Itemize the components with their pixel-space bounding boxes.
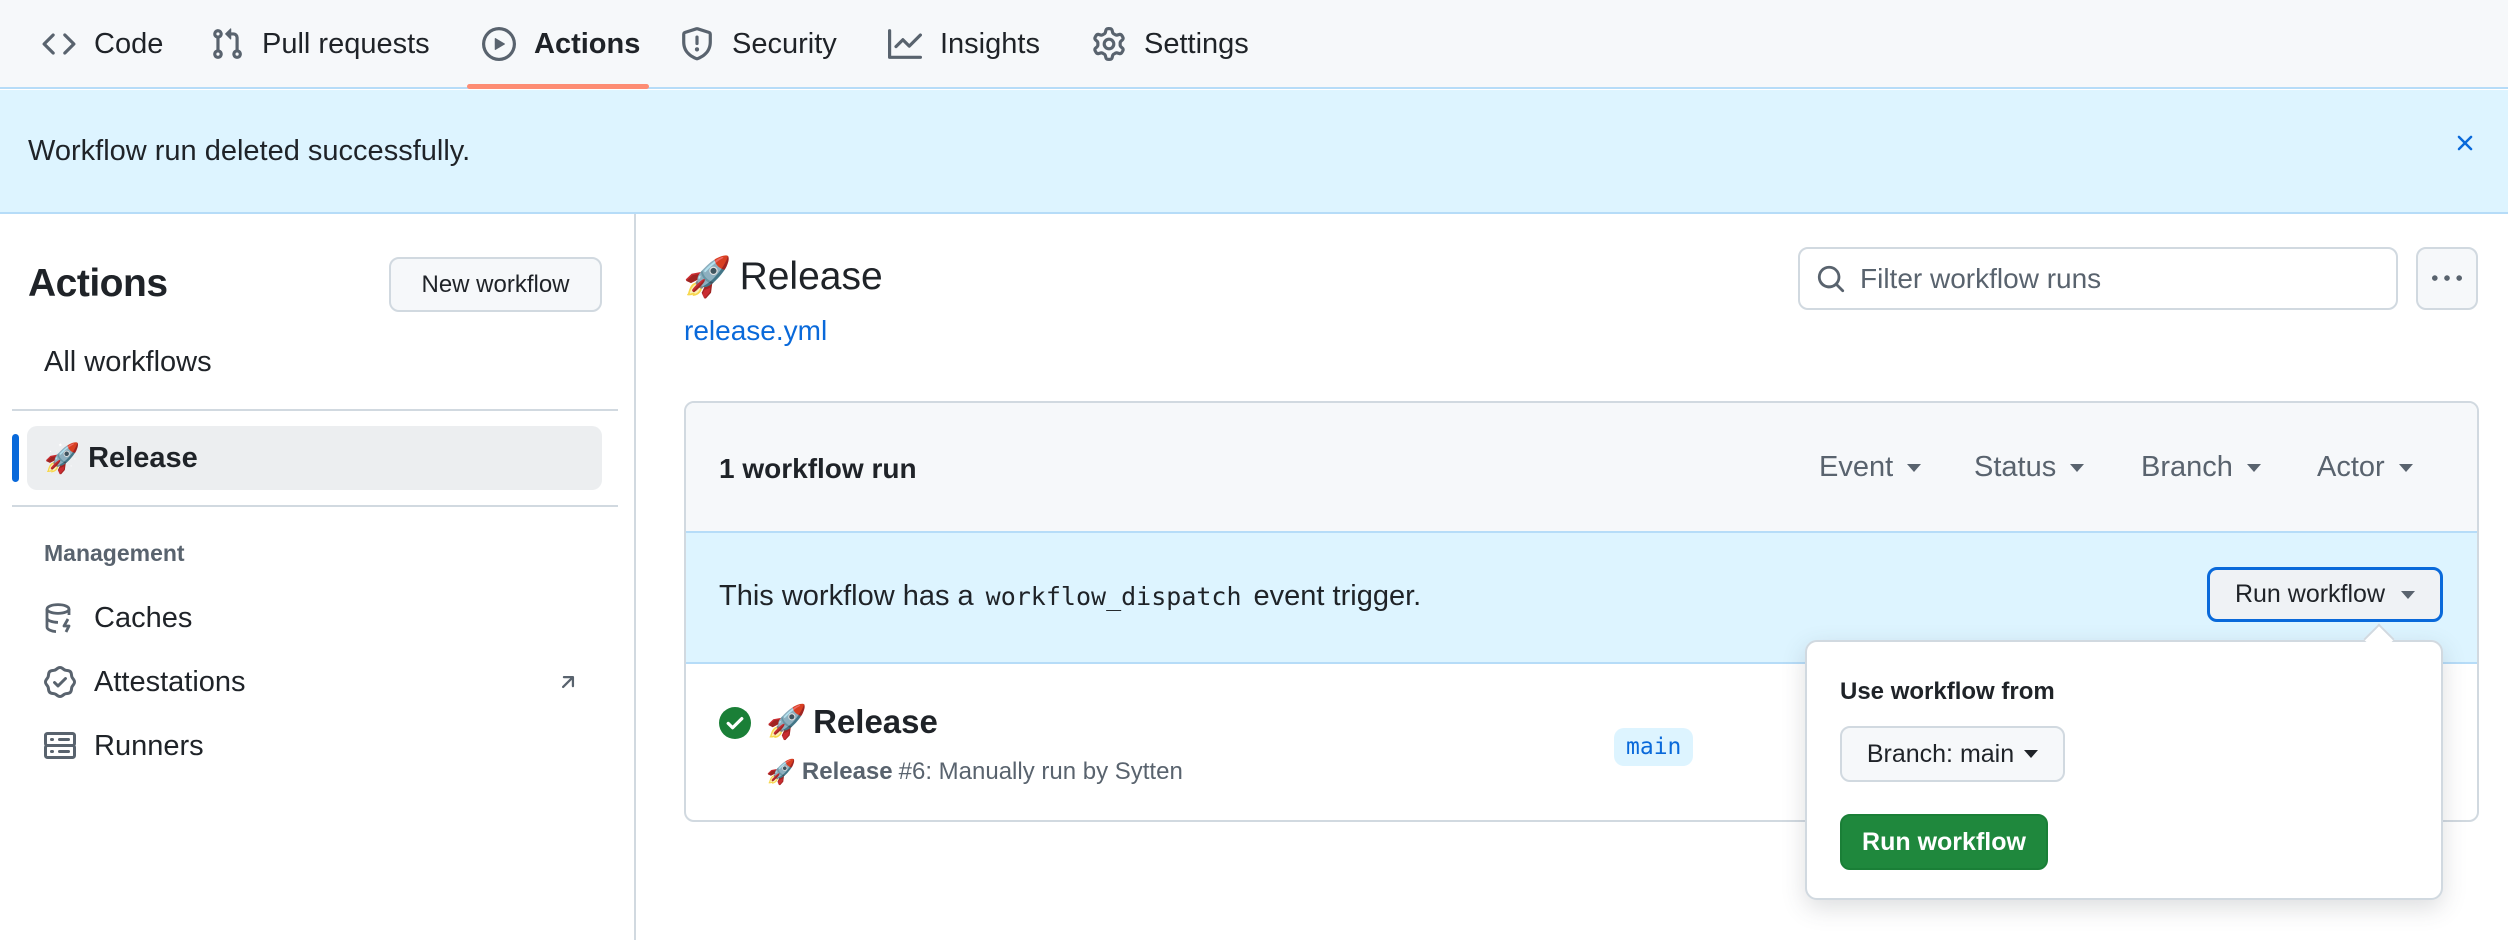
tab-label: Pull requests xyxy=(262,27,430,60)
tab-security[interactable]: Security xyxy=(680,0,837,88)
active-tab-indicator xyxy=(467,84,649,89)
caret-down-icon xyxy=(2246,463,2261,472)
event-filter[interactable]: Event xyxy=(1819,451,1922,484)
database-icon xyxy=(45,603,71,633)
rocket-emoji: 🚀 xyxy=(44,441,81,475)
caret-down-icon xyxy=(2024,750,2039,758)
tab-label: Insights xyxy=(940,27,1040,60)
tab-settings[interactable]: Settings xyxy=(1092,0,1249,88)
run-count: 1 workflow run xyxy=(719,453,917,484)
tab-label: Settings xyxy=(1144,27,1249,60)
caret-down-icon xyxy=(1907,463,1922,472)
sidebar-item-attestations[interactable]: Attestations xyxy=(44,657,594,707)
filter-runs-field[interactable] xyxy=(1798,247,2398,310)
verified-icon xyxy=(44,666,76,698)
run-workflow-submit-button[interactable]: Run workflow xyxy=(1840,814,2048,870)
caret-down-icon xyxy=(2070,463,2085,472)
flash-banner: Workflow run deleted successfully. xyxy=(0,90,2508,214)
rocket-emoji: 🚀 xyxy=(766,702,808,741)
tab-label: Code xyxy=(94,27,164,60)
gear-icon xyxy=(1093,27,1125,61)
tab-label: Actions xyxy=(534,27,641,60)
sidebar-title: Actions xyxy=(28,262,168,305)
branch-select-button[interactable]: Branch: main xyxy=(1840,726,2065,782)
arrow-up-right-icon xyxy=(561,676,575,689)
caret-down-icon xyxy=(2401,590,2416,599)
run-workflow-dropdown-button[interactable]: Run workflow xyxy=(2207,567,2443,622)
branch-filter[interactable]: Branch xyxy=(2141,451,2261,484)
close-icon[interactable] xyxy=(2452,130,2478,156)
caret-down-icon xyxy=(2398,463,2413,472)
repo-nav: Code Pull requests Actions Security Insi… xyxy=(0,0,2508,89)
rocket-emoji: 🚀 xyxy=(683,255,732,300)
sidebar-item-release-label: 🚀 Release xyxy=(44,441,198,475)
workflow-file-link[interactable]: release.yml xyxy=(684,315,827,347)
check-circle-fill-icon xyxy=(719,707,751,739)
tab-insights[interactable]: Insights xyxy=(888,0,1040,88)
tab-label: Security xyxy=(732,27,837,60)
more-options-button[interactable] xyxy=(2416,247,2478,310)
sidebar-item-caches[interactable]: Caches xyxy=(44,593,594,643)
management-heading: Management xyxy=(44,540,185,566)
code-icon xyxy=(42,33,76,55)
divider xyxy=(12,505,618,507)
status-filter[interactable]: Status xyxy=(1974,451,2085,484)
run-title[interactable]: 🚀 Release xyxy=(766,702,938,742)
use-workflow-from-label: Use workflow from xyxy=(1840,678,2055,705)
new-workflow-button[interactable]: New workflow xyxy=(389,257,602,312)
search-icon xyxy=(1817,265,1845,292)
rocket-emoji: 🚀 xyxy=(766,758,796,786)
divider xyxy=(12,409,618,411)
workflow-title: 🚀 Release xyxy=(683,255,883,300)
dispatch-text: This workflow has a workflow_dispatch ev… xyxy=(719,580,1422,612)
sidebar-divider xyxy=(634,214,636,940)
actor-filter[interactable]: Actor xyxy=(2317,451,2413,484)
branch-badge[interactable]: main xyxy=(1614,728,1694,766)
server-icon xyxy=(44,732,76,759)
tab-actions[interactable]: Actions xyxy=(482,0,640,88)
tab-code[interactable]: Code xyxy=(42,0,163,88)
shield-icon xyxy=(682,27,712,61)
run-subtitle: 🚀 Release #6: Manually run by Sytten xyxy=(766,758,1183,786)
sidebar-item-all-workflows[interactable]: All workflows xyxy=(44,346,212,379)
active-indicator xyxy=(12,434,19,482)
tab-pull-requests[interactable]: Pull requests xyxy=(210,0,430,88)
run-workflow-popover: Use workflow from Branch: main Run workf… xyxy=(1805,640,2443,900)
kebab-horizontal-icon xyxy=(2432,274,2462,281)
git-pull-request-icon xyxy=(213,28,242,59)
filter-runs-input[interactable] xyxy=(1860,262,2380,295)
dispatch-code: workflow_dispatch xyxy=(985,582,1242,611)
graph-icon xyxy=(888,29,922,59)
flash-message: Workflow run deleted successfully. xyxy=(28,135,471,167)
runs-header: 1 workflow run Event Status Branch Actor xyxy=(686,403,2477,533)
play-icon xyxy=(482,27,516,61)
sidebar-item-runners[interactable]: Runners xyxy=(44,721,594,771)
